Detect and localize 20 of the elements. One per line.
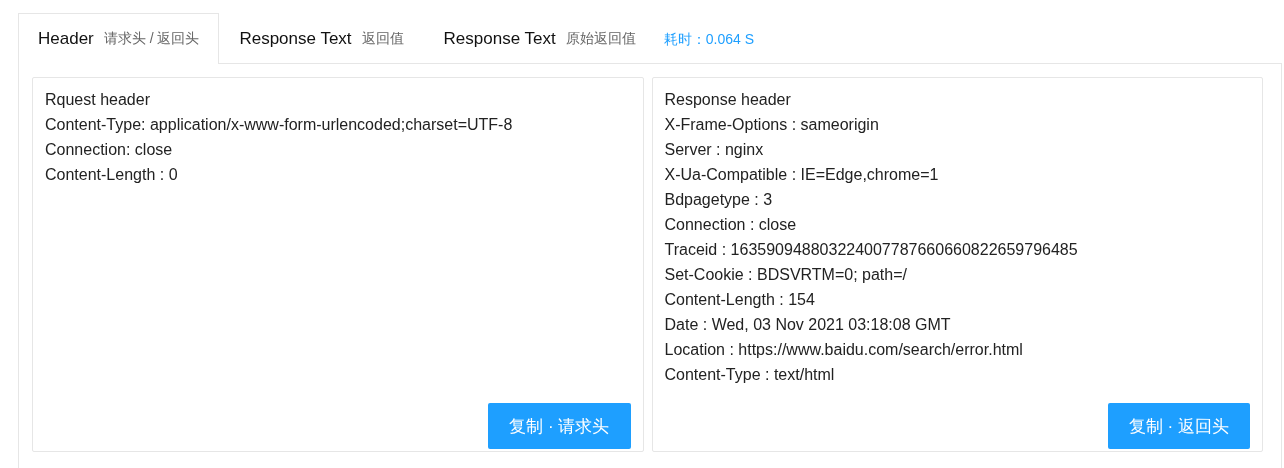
- header-line: Bdpagetype : 3: [664, 190, 774, 210]
- header-line: Content-Length : 0: [45, 165, 179, 185]
- header-line: Connection : close: [664, 215, 798, 235]
- header-line: X-Frame-Options : sameorigin: [664, 115, 880, 135]
- header-line: Date : Wed, 03 Nov 2021 03:18:08 GMT: [664, 315, 952, 335]
- header-line: Location : https://www.baidu.com/search/error.html: [664, 340, 1024, 360]
- header-line: Rquest header: [45, 90, 151, 110]
- header-line: Connection: close: [45, 140, 174, 160]
- tab[interactable]: Response Text 返回值: [219, 13, 424, 64]
- header-line: Content-Type : text/html: [664, 365, 836, 385]
- header-line: Set-Cookie : BDSVRTM=0; path=/: [664, 265, 908, 285]
- header-line: X-Ua-Compatible : IE=Edge,chrome=1: [664, 165, 940, 185]
- header-line: Content-Type: application/x-www-form-urlencoded;charset=UTF-8: [45, 115, 514, 135]
- header-line: Response header: [664, 90, 792, 110]
- header-line: Content-Length : 154: [664, 290, 816, 310]
- tab[interactable]: Header 请求头 / 返回头: [18, 13, 220, 64]
- elapsed-time: 耗时：0.064 S: [663, 30, 754, 49]
- tab[interactable]: Response Text 原始返回值: [423, 13, 656, 64]
- header-line: Server : nginx: [664, 140, 765, 160]
- header-line: Traceid : 163590948803224007787660660822659796485: [664, 240, 1079, 260]
